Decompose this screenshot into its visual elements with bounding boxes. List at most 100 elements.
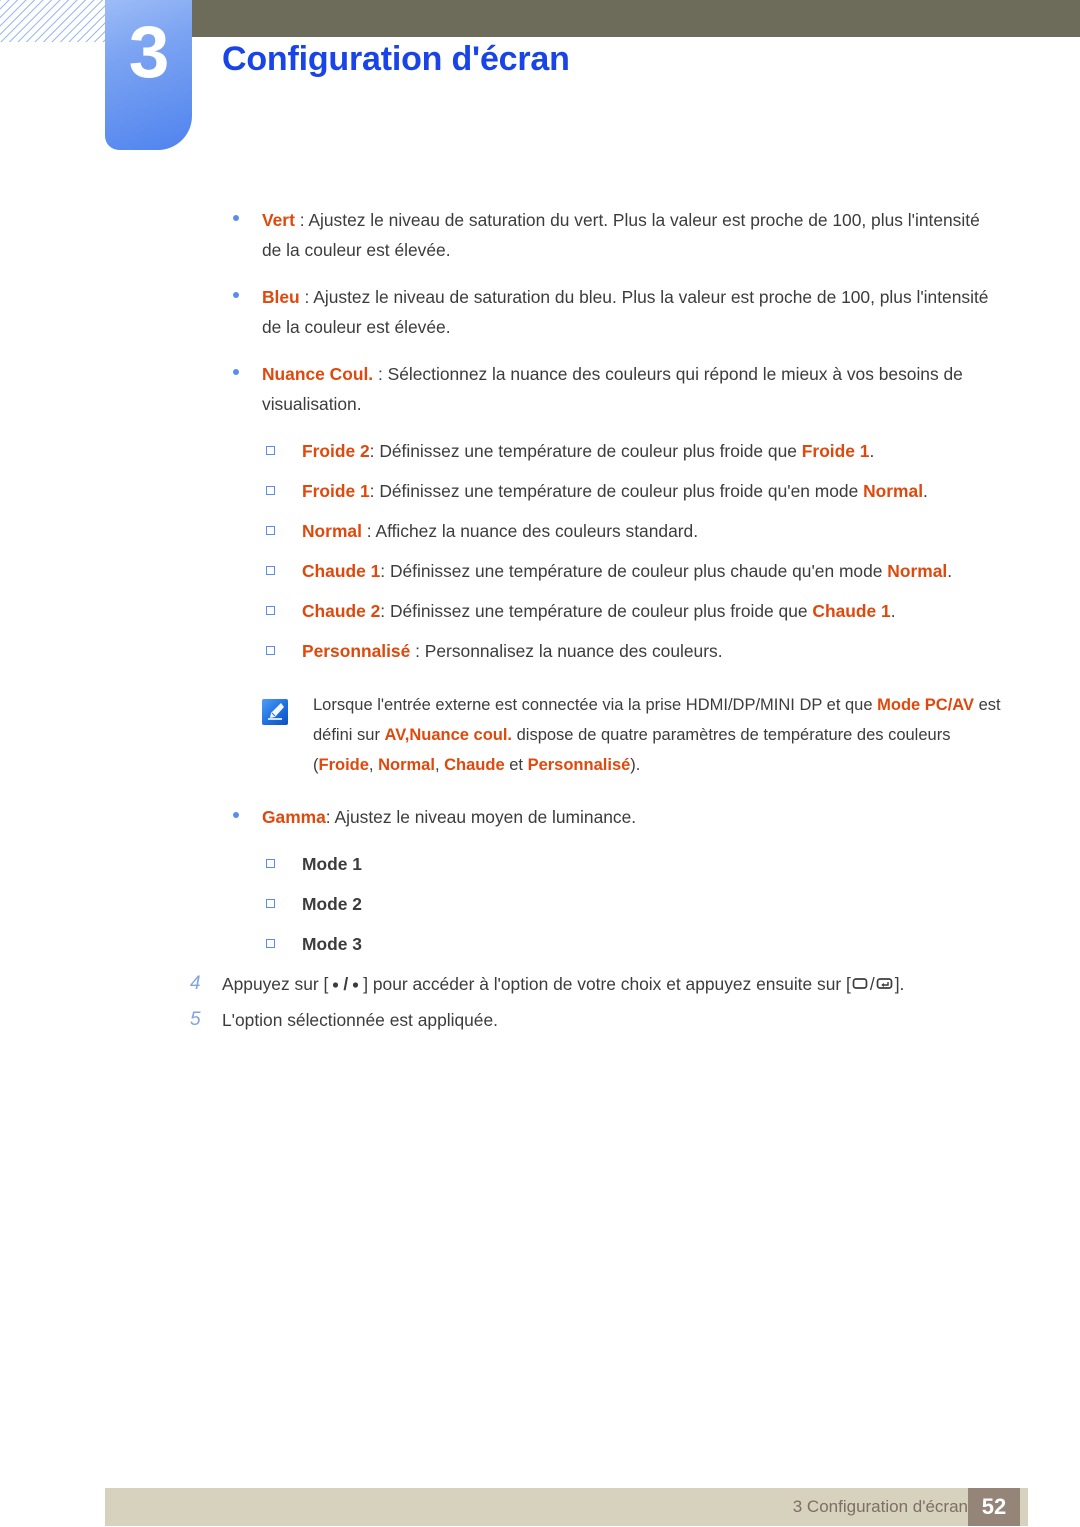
numbered-step: 4 Appuyez sur [ / ] pour accéder à l'opt… bbox=[0, 969, 1080, 1001]
bullet-dot-icon bbox=[233, 215, 239, 221]
option-tail: . bbox=[923, 481, 928, 501]
note-pen-icon bbox=[262, 699, 288, 725]
sub-bullet-text: Froide 1: Définissez une température de … bbox=[302, 481, 928, 501]
list-item: Normal : Affichez la nuance des couleurs… bbox=[0, 516, 1080, 546]
sub-bullet-text: Froide 2: Définissez une température de … bbox=[302, 441, 874, 461]
list-item: Gamma: Ajustez le niveau moyen de lumina… bbox=[0, 802, 1080, 832]
sub-bullet-square-icon bbox=[266, 646, 275, 655]
term-separator: : bbox=[325, 807, 335, 827]
option-label: Personnalisé bbox=[302, 641, 411, 661]
option-reference: Froide 1 bbox=[801, 441, 870, 461]
bullet-dot-icon bbox=[233, 369, 239, 375]
down-key-icon bbox=[329, 971, 342, 1001]
note-text: Lorsque l'entrée externe est connectée v… bbox=[313, 696, 1001, 774]
up-key-icon bbox=[349, 971, 362, 1001]
sub-bullet-square-icon bbox=[266, 446, 275, 455]
list-item: Mode 1 bbox=[0, 849, 1080, 879]
term-label: Gamma bbox=[262, 807, 326, 827]
menu-key-icon bbox=[852, 971, 869, 1001]
note-emph-3: Nuance coul. bbox=[409, 726, 513, 744]
option-reference: Normal bbox=[887, 561, 948, 581]
term-separator: : bbox=[299, 287, 314, 307]
option-body: Définissez une température de couleur pl… bbox=[379, 481, 864, 501]
note-emph-5: Normal bbox=[378, 756, 435, 774]
step-text: Appuyez sur [ / ] pour accéder à l'optio… bbox=[222, 974, 904, 994]
bullet-text: Gamma: Ajustez le niveau moyen de lumina… bbox=[262, 807, 636, 827]
option-separator: : bbox=[410, 641, 425, 661]
numbered-step: 5 L'option sélectionnée est appliquée. bbox=[0, 1005, 1080, 1035]
option-body: Personnalisez la nuance des couleurs. bbox=[424, 641, 723, 661]
page-number: 52 bbox=[981, 1494, 1007, 1519]
option-body: Définissez une température de couleur pl… bbox=[389, 561, 888, 581]
note-emph-4: Froide bbox=[318, 756, 369, 774]
option-body: Définissez une température de couleur pl… bbox=[389, 601, 813, 621]
list-item: Chaude 2: Définissez une température de … bbox=[0, 596, 1080, 626]
main-content: Vert : Ajustez le niveau de saturation d… bbox=[0, 205, 1080, 1039]
bullet-text: Bleu : Ajustez le niveau de saturation d… bbox=[262, 287, 988, 337]
term-label: Vert bbox=[262, 210, 295, 230]
header-olive-bar bbox=[192, 0, 1080, 37]
option-reference: Normal bbox=[863, 481, 924, 501]
sub-bullet-square-icon bbox=[266, 899, 275, 908]
option-separator: : bbox=[380, 601, 390, 621]
gamma-mode-label: Mode 2 bbox=[302, 894, 362, 914]
step-key-separator: / bbox=[343, 974, 349, 994]
note-part-5: , bbox=[368, 756, 379, 774]
option-label: Normal bbox=[302, 521, 362, 541]
note-emph-6: Chaude bbox=[444, 756, 505, 774]
list-item: Vert : Ajustez le niveau de saturation d… bbox=[0, 205, 1080, 265]
step-part-3: ]. bbox=[894, 974, 905, 994]
note-part-1: Lorsque l'entrée externe est connectée v… bbox=[313, 696, 878, 714]
bullet-text: Vert : Ajustez le niveau de saturation d… bbox=[262, 210, 980, 260]
step-part-2: ] pour accéder à l'option de votre choix… bbox=[363, 974, 851, 994]
sub-bullet-square-icon bbox=[266, 606, 275, 615]
sub-bullet-square-icon bbox=[266, 566, 275, 575]
gamma-mode-label: Mode 3 bbox=[302, 934, 362, 954]
list-item: Nuance Coul. : Sélectionnez la nuance de… bbox=[0, 359, 1080, 419]
note-emph-1: Mode PC/AV bbox=[877, 696, 974, 714]
sub-bullet-text: Personnalisé : Personnalisez la nuance d… bbox=[302, 641, 723, 661]
step-number: 5 bbox=[190, 1009, 201, 1030]
option-separator: : bbox=[369, 481, 380, 501]
term-label: Nuance Coul. bbox=[262, 364, 374, 384]
sub-bullet-text: Chaude 2: Définissez une température de … bbox=[302, 601, 896, 621]
note-part-8: ). bbox=[630, 756, 641, 774]
page-title: Configuration d'écran bbox=[222, 40, 570, 78]
option-label: Chaude 2 bbox=[302, 601, 381, 621]
bullet-dot-icon bbox=[233, 292, 239, 298]
option-label: Froide 2 bbox=[302, 441, 370, 461]
option-reference: Chaude 1 bbox=[812, 601, 891, 621]
footer-bar: 3 Configuration d'écran 52 bbox=[105, 1488, 1028, 1526]
option-label: Froide 1 bbox=[302, 481, 370, 501]
bullet-dot-icon bbox=[233, 812, 239, 818]
step-part-1: Appuyez sur [ bbox=[222, 974, 329, 994]
gamma-mode-label: Mode 1 bbox=[302, 854, 362, 874]
option-tail: . bbox=[890, 601, 896, 621]
chapter-number: 3 bbox=[128, 12, 170, 93]
term-label: Bleu bbox=[262, 287, 300, 307]
page-number-box: 52 bbox=[968, 1488, 1020, 1526]
option-tail: . bbox=[869, 441, 875, 461]
footer-breadcrumb: 3 Configuration d'écran bbox=[792, 1497, 968, 1516]
step-text: L'option sélectionnée est appliquée. bbox=[222, 1010, 498, 1030]
sub-bullet-square-icon bbox=[266, 859, 275, 868]
bullet-body: Ajustez le niveau moyen de luminance. bbox=[334, 807, 637, 827]
option-body: Affichez la nuance des couleurs standard… bbox=[375, 521, 699, 541]
sub-bullet-square-icon bbox=[266, 526, 275, 535]
bullet-text: Nuance Coul. : Sélectionnez la nuance de… bbox=[262, 364, 963, 414]
decorative-hatch-pattern bbox=[0, 0, 112, 42]
list-item: Chaude 1: Définissez une température de … bbox=[0, 556, 1080, 586]
option-body: Définissez une température de couleur pl… bbox=[379, 441, 802, 461]
step-glyph-separator: / bbox=[869, 974, 875, 994]
option-tail: . bbox=[947, 561, 953, 581]
sub-bullet-square-icon bbox=[266, 486, 275, 495]
list-item: Personnalisé : Personnalisez la nuance d… bbox=[0, 636, 1080, 666]
note-part-7: et bbox=[504, 756, 528, 774]
note-emph-7: Personnalisé bbox=[527, 756, 631, 774]
option-separator: : bbox=[361, 521, 376, 541]
note-emph-2: AV bbox=[384, 726, 405, 744]
note-part-6: , bbox=[434, 756, 445, 774]
option-separator: : bbox=[369, 441, 380, 461]
chapter-tab: 3 bbox=[105, 0, 192, 150]
bullet-body: Ajustez le niveau de saturation du vert.… bbox=[262, 210, 980, 260]
